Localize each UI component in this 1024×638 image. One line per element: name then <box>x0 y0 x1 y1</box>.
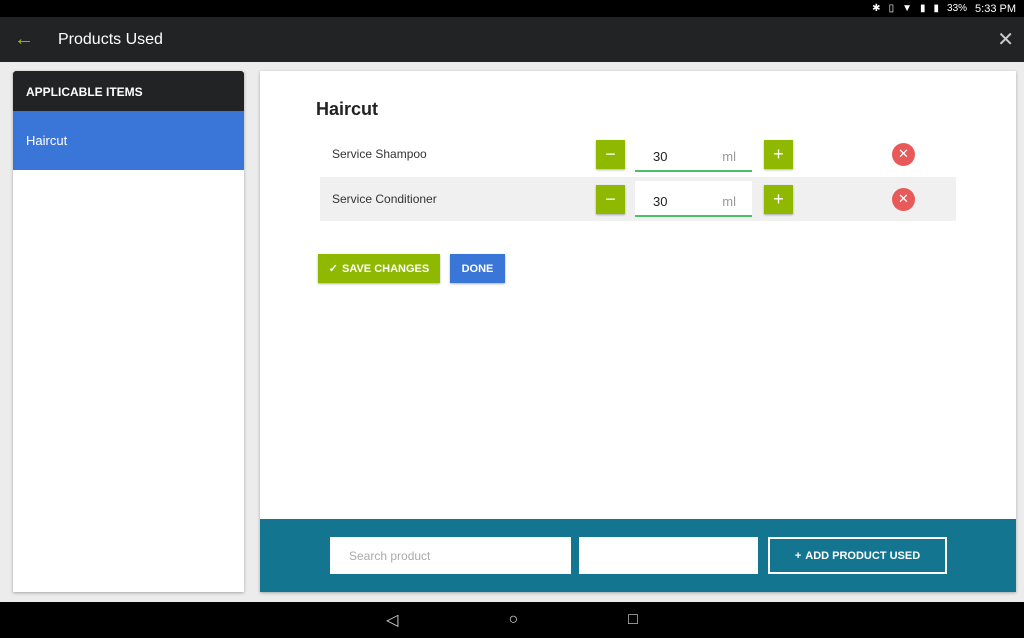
check-icon: ✓ <box>328 263 338 275</box>
unit-label: ml <box>722 149 736 164</box>
main-panel: Haircut Service Shampoo − 30 ml + ✕ Servi… <box>260 71 1016 592</box>
save-label: SAVE CHANGES <box>342 262 430 275</box>
product-name: Service Conditioner <box>332 192 437 206</box>
back-triangle-icon[interactable]: ◁ <box>386 610 398 630</box>
status-bar: ✱ ▯ ▼ ▮ ▮ 33% 5:33 PM <box>0 0 1024 17</box>
back-arrow-icon[interactable]: ← <box>14 28 44 51</box>
product-name: Service Shampoo <box>332 147 427 161</box>
quantity-input[interactable]: 30 ml <box>635 181 752 217</box>
battery-level: 33% <box>947 3 968 14</box>
unit-label: ml <box>722 194 736 209</box>
done-button[interactable]: DONE <box>450 254 505 283</box>
system-nav-bar: ◁ ○ □ <box>0 602 1024 638</box>
sidebar-header: APPLICABLE ITEMS <box>13 71 244 111</box>
quantity-field[interactable] <box>579 537 758 574</box>
app-bar: ← Products Used ✕ <box>0 17 1024 62</box>
remove-product-icon[interactable]: ✕ <box>892 187 915 211</box>
recents-square-icon[interactable]: □ <box>628 611 638 629</box>
quantity-input[interactable]: 30 ml <box>635 136 752 172</box>
home-circle-icon[interactable]: ○ <box>508 611 518 629</box>
add-product-used-button[interactable]: + ADD PRODUCT USED <box>768 537 947 574</box>
save-changes-button[interactable]: ✓ SAVE CHANGES <box>318 254 440 283</box>
decrement-button[interactable]: − <box>596 139 625 169</box>
sidebar-item-haircut[interactable]: Haircut <box>13 111 244 170</box>
add-label: ADD PRODUCT USED <box>805 549 921 562</box>
increment-button[interactable]: + <box>764 184 793 214</box>
decrement-button[interactable]: − <box>596 184 625 214</box>
signal-icon: ▮ <box>919 3 926 14</box>
vibrate-icon: ▯ <box>888 3 895 14</box>
quantity-value: 30 <box>653 194 668 209</box>
close-icon[interactable]: ✕ <box>997 27 1014 52</box>
wifi-icon: ▼ <box>902 3 912 14</box>
service-title: Haircut <box>316 99 379 119</box>
sidebar: APPLICABLE ITEMS Haircut <box>13 71 244 592</box>
battery-icon: ▮ <box>933 3 940 14</box>
product-row: Service Conditioner − 30 ml + ✕ <box>320 177 956 221</box>
increment-button[interactable]: + <box>764 139 793 169</box>
bluetooth-icon: ✱ <box>872 3 881 14</box>
remove-product-icon[interactable]: ✕ <box>892 142 915 166</box>
clock: 5:33 PM <box>975 2 1016 15</box>
product-row: Service Shampoo − 30 ml + ✕ <box>320 132 956 176</box>
search-product-input[interactable]: Search product <box>330 537 571 574</box>
page-title: Products Used <box>58 30 163 48</box>
quantity-value: 30 <box>653 149 668 164</box>
plus-icon: + <box>794 549 802 562</box>
footer-bar: Search product + ADD PRODUCT USED <box>260 519 1016 592</box>
